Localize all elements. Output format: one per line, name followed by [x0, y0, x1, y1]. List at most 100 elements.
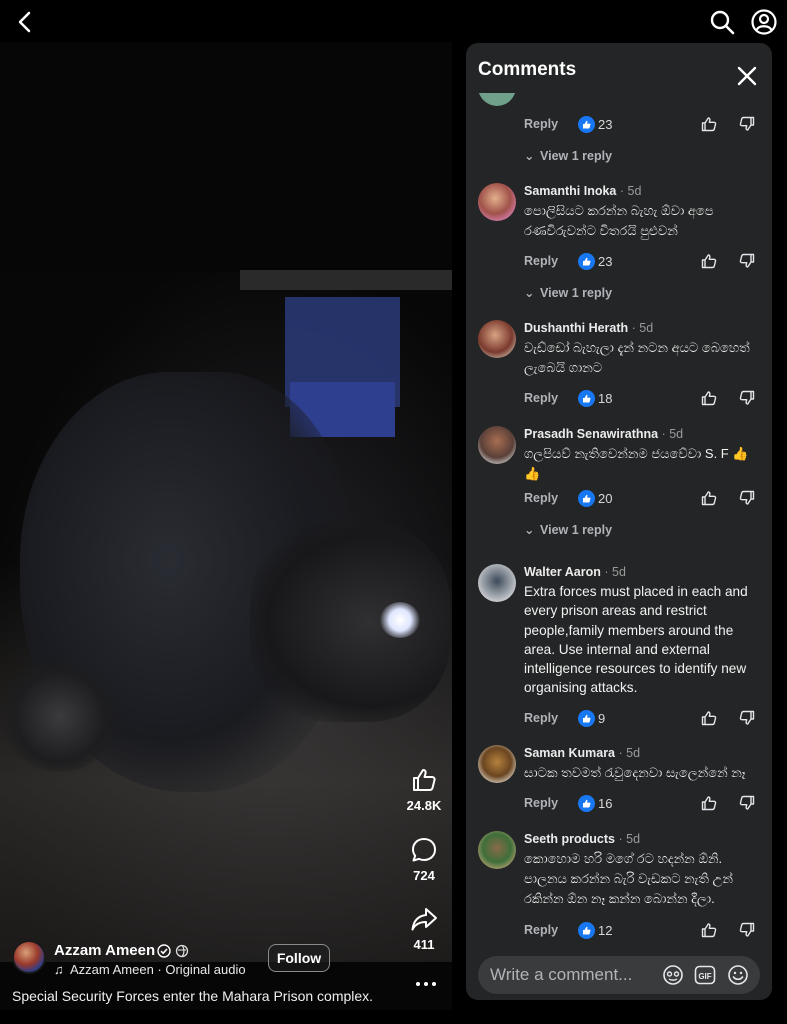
sticker-icon[interactable] [662, 964, 684, 986]
thumb-up-icon[interactable] [700, 389, 718, 407]
more-icon[interactable] [414, 974, 438, 994]
comment-like-count: 16 [598, 796, 613, 811]
thumb-down-icon[interactable] [738, 709, 756, 727]
view-replies-link[interactable]: ⌄ View 1 reply [524, 522, 612, 537]
comment-composer: GIF [478, 956, 760, 994]
comment-time: · 5d [604, 565, 626, 579]
music-icon: ♫ [54, 962, 64, 977]
like-icon [413, 769, 436, 791]
comment-header: Seeth products · 5d [524, 832, 640, 846]
close-icon[interactable] [736, 65, 758, 87]
like-badge-icon [578, 795, 595, 812]
view-replies-label: View 1 reply [540, 286, 613, 300]
profile-icon[interactable] [750, 8, 778, 36]
reply-button[interactable]: Reply [524, 491, 558, 505]
thumb-down-icon[interactable] [738, 489, 756, 507]
like-badge-icon [578, 490, 595, 507]
comment-like-count: 18 [598, 391, 613, 406]
thumb-up-icon[interactable] [700, 709, 718, 727]
like-action[interactable]: 24.8K [404, 766, 444, 813]
follow-button[interactable]: Follow [268, 944, 330, 972]
thumb-up-icon[interactable] [700, 794, 718, 812]
like-badge-icon [578, 116, 595, 133]
comment-list[interactable]: Reply 23 ⌄ View 1 reply Samanthi Inoka · … [466, 93, 772, 953]
comment-actions: Reply 18 [524, 389, 760, 409]
thumb-down-icon[interactable] [738, 389, 756, 407]
comment-author[interactable]: Dushanthi Herath [524, 321, 628, 335]
search-icon[interactable] [708, 8, 736, 36]
author-avatar[interactable] [12, 940, 46, 974]
comment-author[interactable]: Seeth products [524, 832, 615, 846]
comment-header: Prasadh Senawirathna · 5d [524, 427, 683, 441]
share-icon [411, 908, 437, 931]
video-player[interactable] [0, 42, 452, 1010]
comment-avatar[interactable] [478, 426, 516, 464]
author-name[interactable]: Azzam Ameen [54, 942, 155, 959]
verified-icon [157, 944, 171, 958]
view-replies-label: View 1 reply [540, 523, 613, 537]
comment-time: · 5d [661, 427, 684, 441]
like-badge-icon [578, 253, 595, 270]
globe-icon [175, 944, 189, 958]
comments-title: Comments [478, 59, 577, 80]
comment-avatar[interactable] [478, 564, 516, 602]
view-replies-link[interactable]: ⌄ View 1 reply [524, 285, 612, 300]
share-count: 411 [413, 937, 435, 952]
thumb-up-icon[interactable] [700, 115, 718, 133]
video-caption: Special Security Forces enter the Mahara… [12, 988, 374, 1004]
comment-author[interactable]: Walter Aaron [524, 565, 601, 579]
comment-time: · 5d [631, 321, 654, 335]
comment-input[interactable] [490, 964, 650, 986]
chevron-down-icon: ⌄ [524, 149, 535, 163]
thumb-up-icon[interactable] [700, 489, 718, 507]
comment-header: Samanthi Inoka · 5d [524, 184, 641, 198]
comments-panel: Comments Reply 23 ⌄ View 1 reply Samanthi… [466, 43, 772, 1000]
reply-button[interactable]: Reply [524, 391, 558, 405]
comment-author[interactable]: Prasadh Senawirathna [524, 427, 658, 441]
comment-avatar[interactable] [478, 183, 516, 221]
thumb-down-icon[interactable] [738, 794, 756, 812]
thumb-up-icon[interactable] [700, 921, 718, 939]
share-action[interactable]: 411 [404, 905, 444, 952]
comment-author[interactable]: Saman Kumara [524, 746, 615, 760]
reply-button[interactable]: Reply [524, 117, 558, 131]
comment-like-count: 23 [598, 117, 613, 132]
thumb-up-icon[interactable] [700, 252, 718, 270]
comment-icon [412, 838, 436, 862]
comment-actions: Reply 9 [524, 709, 760, 729]
comment-avatar[interactable] [478, 831, 516, 869]
gif-icon[interactable]: GIF [694, 964, 716, 986]
comment-avatar[interactable] [478, 93, 516, 106]
comment-actions: Reply 23 [524, 252, 760, 272]
view-replies-link[interactable]: ⌄ View 1 reply [524, 148, 612, 163]
chevron-down-icon: ⌄ [524, 286, 535, 300]
thumb-down-icon[interactable] [738, 115, 756, 133]
emoji-icon[interactable] [727, 964, 749, 986]
thumb-down-icon[interactable] [738, 252, 756, 270]
comment-avatar[interactable] [478, 320, 516, 358]
comment-time: · 5d [618, 832, 641, 846]
thumb-down-icon[interactable] [738, 921, 756, 939]
reply-button[interactable]: Reply [524, 796, 558, 810]
comment-action[interactable]: 724 [404, 836, 444, 883]
svg-text:GIF: GIF [698, 972, 711, 981]
comment-like-count: 9 [598, 711, 606, 726]
reply-button[interactable]: Reply [524, 711, 558, 725]
comment-text: කොහොම හරි මගේ රට හදන්න ඕනි. පාලනය කරන්න … [524, 851, 733, 906]
comment-text: Extra forces must placed in each and eve… [524, 584, 748, 696]
comment-time: · 5d [618, 746, 641, 760]
comment-count: 724 [413, 868, 435, 883]
comment-text: පොලිසියට කරන්න බැහැ ඕවා අපෙ රණවිරුවන්ට ව… [524, 203, 714, 238]
like-badge-icon [578, 922, 595, 939]
reply-button[interactable]: Reply [524, 254, 558, 268]
reply-button[interactable]: Reply [524, 923, 558, 937]
comment-actions: Reply 16 [524, 794, 760, 814]
comment-time: · 5d [619, 184, 642, 198]
comment-header: Dushanthi Herath · 5d [524, 321, 653, 335]
like-badge-icon [578, 390, 595, 407]
audio-line[interactable]: ♫ Azzam Ameen · Original audio [54, 962, 246, 977]
comment-avatar[interactable] [478, 745, 516, 783]
comment-actions: Reply 12 [524, 921, 760, 941]
back-icon[interactable] [12, 8, 40, 36]
comment-author[interactable]: Samanthi Inoka [524, 184, 616, 198]
